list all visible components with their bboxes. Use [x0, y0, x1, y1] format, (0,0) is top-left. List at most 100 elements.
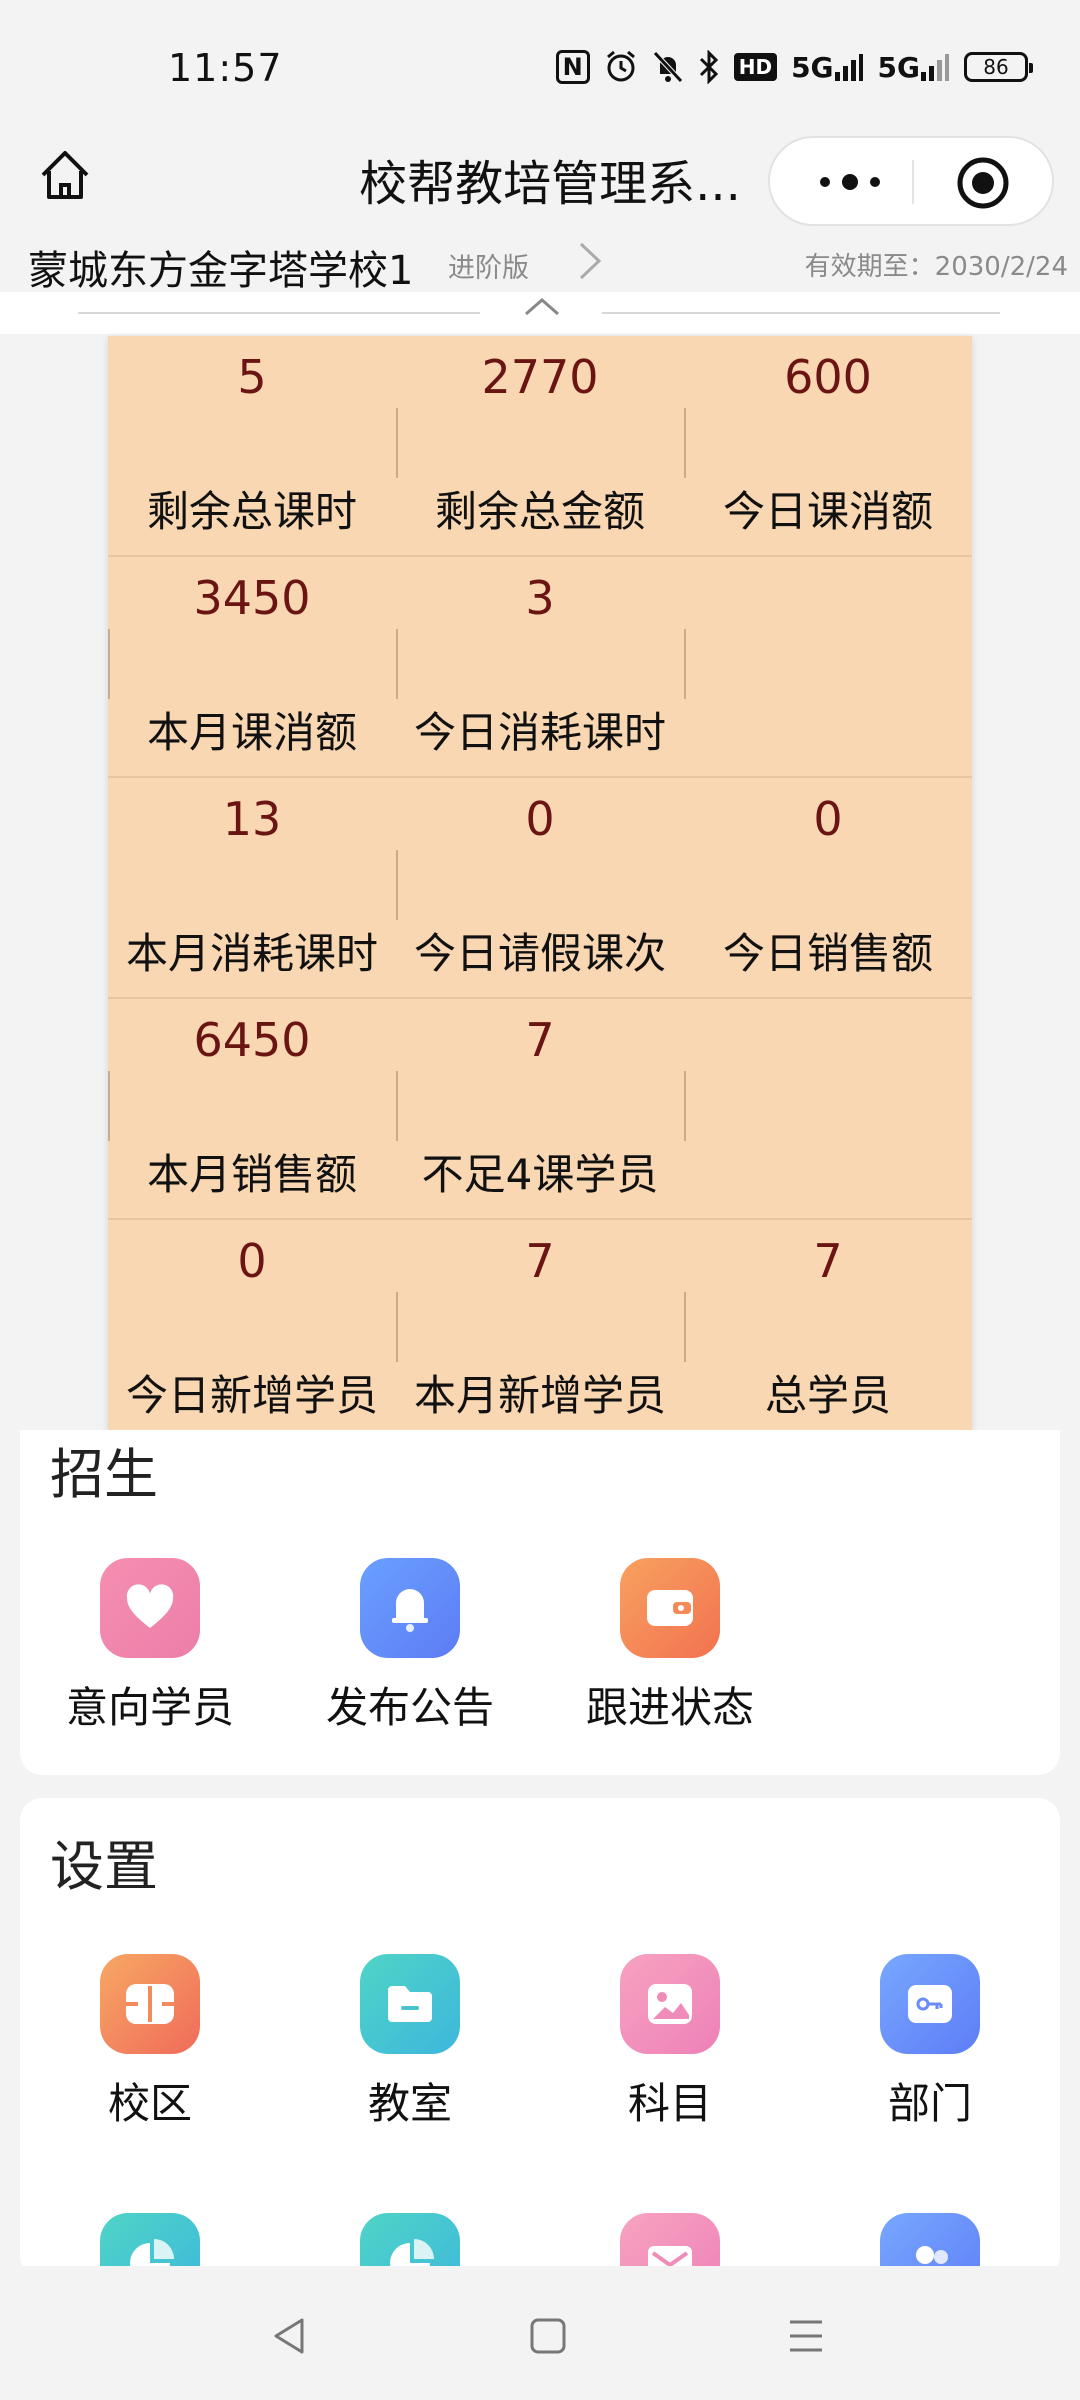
section-title: 招生 — [50, 1443, 158, 1506]
stat-value: 0 — [525, 792, 555, 846]
system-navigation-bar — [0, 2266, 1080, 2400]
nav-menu-button[interactable] — [776, 2306, 836, 2366]
alarm-icon — [604, 50, 638, 84]
signal-5g-icon-2: 5G — [878, 51, 950, 84]
stat-remaining-amount[interactable]: 2770 剩余总金额 — [396, 336, 684, 555]
school-row[interactable]: 蒙城东方金字塔学校1 进阶版 有效期至：2030/2/24 — [0, 232, 1080, 294]
back-triangle-icon — [274, 2318, 304, 2354]
stat-label: 本月新增学员 — [413, 1371, 666, 1420]
stat-month-new-students[interactable]: 7 本月新增学员 — [396, 1220, 684, 1437]
stat-value: 0 — [237, 1234, 267, 1288]
stat-label: 不足4课学员 — [421, 1150, 659, 1199]
divider — [684, 1071, 686, 1141]
stat-today-leave-count[interactable]: 0 今日请假课次 — [396, 778, 684, 997]
recruit-item-follow-status[interactable]: 跟进状态 — [570, 1558, 770, 1735]
divider — [684, 408, 686, 478]
stats-row: 13 本月消耗课时 0 今日请假课次 0 今日销售额 — [108, 778, 972, 999]
target-icon — [957, 157, 1009, 209]
stat-value: 7 — [525, 1234, 555, 1288]
stat-label: 本月销售额 — [146, 1150, 357, 1199]
hd-icon: HD — [733, 53, 778, 81]
recruit-item-announcement[interactable]: 发布公告 — [310, 1558, 510, 1735]
stat-label: 本月消耗课时 — [125, 929, 378, 978]
battery-icon: 86 — [964, 52, 1033, 82]
settings-item-classroom[interactable]: 教室 — [310, 1954, 510, 2131]
chevron-up-icon[interactable] — [522, 292, 562, 322]
divider — [396, 408, 398, 478]
stat-today-new-students[interactable]: 0 今日新增学员 — [108, 1220, 396, 1437]
stat-month-consumed-hours[interactable]: 13 本月消耗课时 — [108, 778, 396, 997]
stat-today-sales[interactable]: 0 今日销售额 — [684, 778, 972, 997]
signal-label: 5G — [791, 50, 834, 84]
divider — [396, 629, 398, 699]
settings-item-department[interactable]: 部门 — [830, 1954, 1030, 2131]
settings-card: 设置 校区 教室 科目 部门 — [20, 1798, 1060, 2313]
settings-item-label: 部门 — [887, 2079, 972, 2128]
recruit-item-label: 意向学员 — [65, 1683, 234, 1732]
stats-row: 5 剩余总课时 2770 剩余总金额 600 今日课消额 — [108, 336, 972, 557]
settings-item-label: 教室 — [367, 2079, 452, 2128]
stat-month-consumption-amount[interactable]: 3450 本月课消额 — [108, 557, 396, 776]
heart-icon — [100, 1558, 200, 1658]
bell-icon — [360, 1558, 460, 1658]
stat-value: 7 — [525, 1013, 555, 1067]
stat-value: 6450 — [193, 1013, 311, 1067]
stat-label: 剩余总课时 — [146, 487, 357, 536]
collapse-strip — [0, 292, 1080, 334]
nav-home-button[interactable] — [518, 2306, 578, 2366]
signal-label-2: 5G — [877, 50, 920, 84]
school-tier-badge: 进阶版 — [448, 253, 529, 284]
divider — [396, 1071, 398, 1141]
close-miniprogram-button[interactable] — [956, 156, 1010, 210]
divider — [684, 1292, 686, 1362]
stat-label: 剩余总金额 — [434, 487, 645, 536]
chevron-right-icon[interactable] — [575, 240, 605, 282]
stat-label: 今日消耗课时 — [413, 708, 666, 757]
nav-back-button[interactable] — [260, 2306, 320, 2366]
stat-empty-cell — [684, 557, 972, 776]
stat-value: 3 — [525, 571, 555, 625]
stat-remaining-hours[interactable]: 5 剩余总课时 — [108, 336, 396, 555]
stat-today-consumption-amount[interactable]: 600 今日课消额 — [684, 336, 972, 555]
stat-label: 今日请假课次 — [413, 929, 666, 978]
divider — [108, 629, 110, 699]
stats-row: 6450 本月销售额 7 不足4课学员 — [108, 999, 972, 1220]
stat-total-students[interactable]: 7 总学员 — [684, 1220, 972, 1437]
bluetooth-icon — [698, 50, 720, 84]
stat-students-under-4-lessons[interactable]: 7 不足4课学员 — [396, 999, 684, 1218]
home-button[interactable] — [30, 140, 100, 210]
stat-label: 今日新增学员 — [125, 1371, 378, 1420]
status-bar: 11:57 N HD 5G 5G 86 — [0, 0, 1080, 130]
stat-value: 0 — [813, 792, 843, 846]
divider — [78, 312, 480, 314]
recruit-item-prospective-students[interactable]: 意向学员 — [50, 1558, 250, 1735]
stat-value: 2770 — [481, 350, 599, 404]
settings-item-subject[interactable]: 科目 — [570, 1954, 770, 2131]
stat-empty-cell — [684, 999, 972, 1218]
square-home-icon — [530, 2318, 566, 2354]
more-dots-icon[interactable] — [810, 164, 890, 200]
wallet-icon — [620, 1558, 720, 1658]
settings-item-label: 校区 — [107, 2079, 192, 2128]
stat-value: 5 — [237, 350, 267, 404]
stat-label: 本月课消额 — [146, 708, 357, 757]
stat-month-sales[interactable]: 6450 本月销售额 — [108, 999, 396, 1218]
settings-item-label: 科目 — [627, 2079, 712, 2128]
page-title: 校帮教培管理系... — [359, 156, 741, 212]
expiry-date: 有效期至：2030/2/24 — [804, 252, 1068, 282]
stats-row: 3450 本月课消额 3 今日消耗课时 — [108, 557, 972, 778]
divider — [108, 1071, 110, 1141]
status-icons: N HD 5G 5G 86 — [555, 50, 1033, 84]
nfc-icon: N — [555, 50, 590, 84]
key-icon — [880, 1954, 980, 2054]
menu-lines-icon — [790, 2320, 822, 2352]
school-name[interactable]: 蒙城东方金字塔学校1 — [28, 238, 413, 296]
settings-item-campus[interactable]: 校区 — [50, 1954, 250, 2131]
section-title: 设置 — [50, 1835, 158, 1898]
stat-today-consumed-hours[interactable]: 3 今日消耗课时 — [396, 557, 684, 776]
recruit-item-label: 跟进状态 — [585, 1683, 754, 1732]
status-time: 11:57 — [168, 46, 283, 90]
title-bar: 校帮教培管理系... — [0, 130, 1080, 230]
stat-value: 7 — [813, 1234, 843, 1288]
divider — [602, 312, 1000, 314]
